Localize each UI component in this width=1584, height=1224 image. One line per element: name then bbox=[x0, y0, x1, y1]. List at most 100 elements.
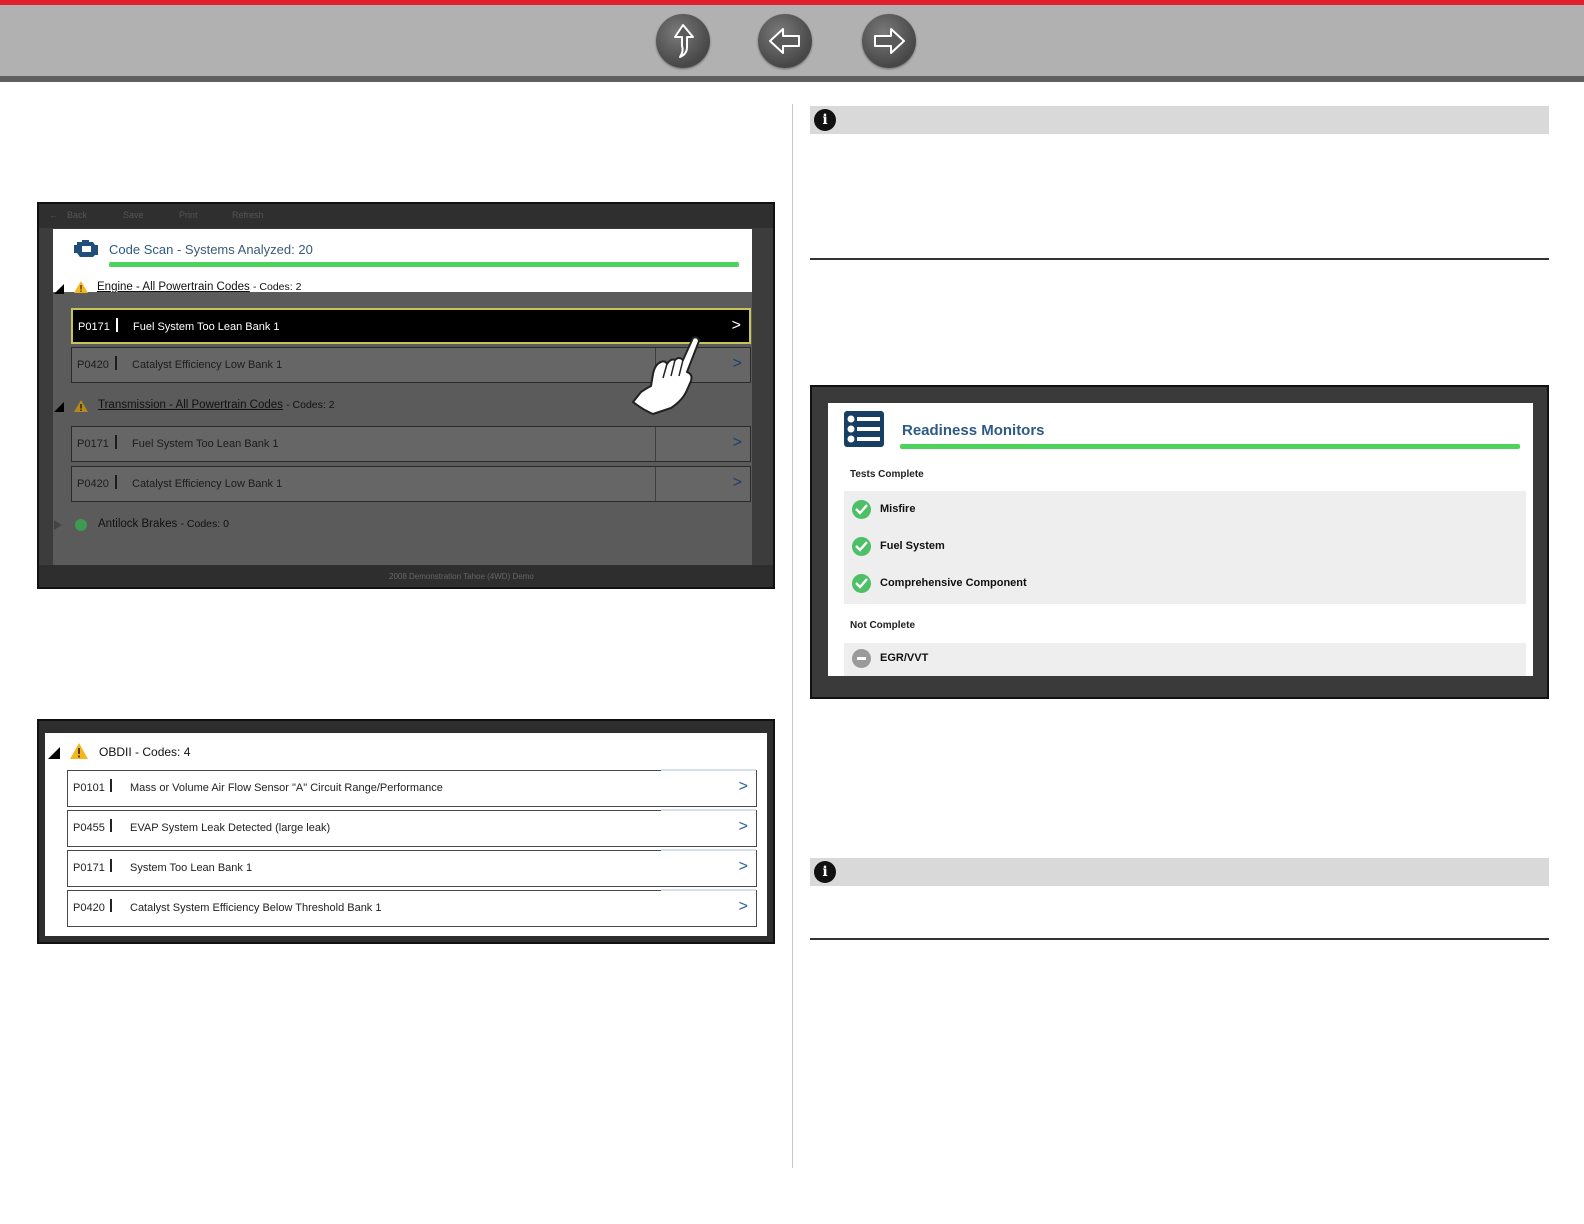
dtc-description: EVAP System Leak Detected (large leak) bbox=[130, 822, 331, 834]
incomplete-monitors-list: EGR/VVT bbox=[844, 643, 1526, 676]
warning-icon bbox=[70, 743, 88, 759]
toolbar-back-label: Back bbox=[67, 210, 88, 220]
readiness-progress-bar bbox=[900, 444, 1520, 449]
check-circle-icon bbox=[852, 537, 871, 556]
expand-triangle-icon[interactable] bbox=[47, 746, 61, 760]
monitor-label: Fuel System bbox=[880, 540, 945, 552]
obdii-codes-screenshot: OBDII - Codes: 4 P0101 Mass or Volume Ai… bbox=[37, 719, 775, 944]
complete-monitors-list: Misfire Fuel System Comprehensive Compon… bbox=[844, 491, 1526, 604]
chevron-right-icon[interactable]: > bbox=[732, 317, 741, 335]
info-icon: i bbox=[814, 109, 836, 131]
top-navigation-bar bbox=[0, 0, 1584, 82]
separator bbox=[110, 819, 112, 832]
tests-complete-label: Tests Complete bbox=[850, 469, 924, 480]
dtc-description: Mass or Volume Air Flow Sensor "A" Circu… bbox=[130, 782, 443, 794]
minus-circle-icon bbox=[852, 649, 871, 668]
obdii-count: Codes: 4 bbox=[142, 745, 191, 759]
back-button[interactable] bbox=[758, 14, 812, 68]
scan-progress-bar bbox=[109, 262, 739, 267]
group-transmission-count: Codes: 2 bbox=[292, 399, 335, 411]
toolbar-back-icon: ← bbox=[49, 210, 58, 220]
engine-icon bbox=[74, 240, 98, 257]
toolbar-save-label: Save bbox=[123, 210, 144, 220]
check-circle-icon bbox=[852, 500, 871, 519]
forward-button[interactable] bbox=[862, 14, 916, 68]
screenshot-bottom-toolbar: 2008 Demonstration Tahoe (4WD) Demo bbox=[39, 565, 773, 587]
chevron-right-icon[interactable]: > bbox=[733, 474, 742, 492]
expand-triangle-icon[interactable] bbox=[53, 283, 65, 295]
nav-bottom-stripe bbox=[0, 76, 1584, 82]
code-row[interactable]: P0455 EVAP System Leak Detected (large l… bbox=[67, 809, 757, 847]
readiness-monitors-screenshot: Readiness Monitors Tests Complete Misfir… bbox=[810, 385, 1549, 699]
dtc-description: Catalyst Efficiency Low Bank 1 bbox=[132, 478, 283, 490]
pointing-hand-icon bbox=[632, 336, 700, 415]
toolbar-print-label: Print bbox=[179, 210, 198, 220]
dtc-code: P0455 bbox=[73, 822, 105, 834]
monitor-label: Comprehensive Component bbox=[880, 577, 1027, 589]
separator bbox=[110, 859, 112, 872]
note-bar: i bbox=[810, 858, 1549, 886]
code-row[interactable]: P0420 Catalyst Efficiency Low Bank 1 > bbox=[71, 466, 751, 502]
code-row[interactable]: P0171 Fuel System Too Lean Bank 1 > bbox=[71, 426, 751, 462]
obdii-header[interactable]: OBDII - Codes: 4 bbox=[99, 745, 190, 759]
right-arrow-icon bbox=[874, 28, 905, 54]
group-antilock-name[interactable]: Antilock Brakes bbox=[98, 518, 177, 530]
monitor-label: EGR/VVT bbox=[880, 652, 929, 664]
group-transmission-name[interactable]: Transmission - All Powertrain Codes bbox=[98, 399, 283, 411]
chevron-right-icon[interactable]: > bbox=[739, 898, 748, 916]
group-engine-name[interactable]: Engine - All Powertrain Codes bbox=[97, 281, 250, 293]
monitor-label: Misfire bbox=[880, 503, 916, 515]
dtc-description: Catalyst System Efficiency Below Thresho… bbox=[130, 902, 382, 914]
info-icon: i bbox=[814, 861, 836, 883]
not-complete-label: Not Complete bbox=[850, 620, 915, 631]
up-button[interactable] bbox=[656, 14, 710, 68]
checklist-icon bbox=[844, 411, 884, 447]
separator bbox=[115, 475, 117, 489]
warning-icon bbox=[74, 400, 88, 412]
expand-triangle-icon[interactable] bbox=[53, 401, 65, 413]
dtc-code: P0420 bbox=[77, 478, 109, 490]
chevron-right-icon[interactable]: > bbox=[733, 434, 742, 452]
note-rule bbox=[810, 258, 1549, 260]
systems-analyzed: Systems Analyzed: 20 bbox=[184, 242, 313, 257]
note-bar: i bbox=[810, 106, 1549, 134]
collapse-triangle-icon[interactable] bbox=[53, 519, 63, 531]
dtc-code: P0420 bbox=[77, 359, 109, 371]
dtc-code: P0420 bbox=[73, 902, 105, 914]
readiness-title: Readiness Monitors bbox=[902, 422, 1045, 439]
toolbar-refresh-label: Refresh bbox=[232, 210, 264, 220]
separator bbox=[110, 779, 112, 792]
column-divider bbox=[792, 104, 793, 1168]
dtc-code: P0171 bbox=[73, 862, 105, 874]
dtc-description: Catalyst Efficiency Low Bank 1 bbox=[132, 359, 283, 371]
code-row[interactable]: P0101 Mass or Volume Air Flow Sensor "A"… bbox=[67, 769, 757, 807]
code-row[interactable]: P0171 System Too Lean Bank 1 > bbox=[67, 849, 757, 887]
chevron-right-icon[interactable]: > bbox=[739, 858, 748, 876]
chevron-right-icon[interactable]: > bbox=[733, 355, 742, 373]
ok-check-icon bbox=[75, 519, 87, 531]
separator bbox=[115, 435, 117, 449]
group-antilock-count: Codes: 0 bbox=[186, 518, 229, 530]
separator bbox=[116, 318, 118, 332]
group-antilock[interactable]: Antilock Brakes - Codes: 0 bbox=[98, 518, 229, 530]
separator bbox=[115, 356, 117, 370]
check-circle-icon bbox=[852, 574, 871, 593]
group-engine[interactable]: Engine - All Powertrain Codes - Codes: 2 bbox=[97, 281, 301, 293]
dtc-description: Fuel System Too Lean Bank 1 bbox=[132, 438, 279, 450]
chevron-right-icon[interactable]: > bbox=[739, 778, 748, 796]
dtc-code: P0171 bbox=[78, 321, 110, 333]
code-row[interactable]: P0420 Catalyst System Efficiency Below T… bbox=[67, 889, 757, 927]
up-arrow-icon bbox=[674, 24, 694, 58]
chevron-right-icon[interactable]: > bbox=[739, 818, 748, 836]
warning-icon bbox=[74, 281, 88, 293]
obdii-panel: OBDII - Codes: 4 P0101 Mass or Volume Ai… bbox=[45, 733, 767, 936]
dtc-description: System Too Lean Bank 1 bbox=[130, 862, 253, 874]
readiness-panel: Readiness Monitors Tests Complete Misfir… bbox=[828, 403, 1533, 676]
code-scan-screenshot: ← Back Save Print Refresh Code Scan - Sy… bbox=[37, 202, 775, 589]
vehicle-label: 2008 Demonstration Tahoe (4WD) Demo bbox=[389, 572, 534, 581]
code-scan-title: Code Scan bbox=[109, 242, 174, 257]
obdii-title: OBDII bbox=[99, 745, 132, 759]
screenshot-toolbar: ← Back Save Print Refresh bbox=[39, 204, 773, 228]
dtc-code: P0101 bbox=[73, 782, 105, 794]
group-transmission[interactable]: Transmission - All Powertrain Codes - Co… bbox=[98, 399, 335, 411]
